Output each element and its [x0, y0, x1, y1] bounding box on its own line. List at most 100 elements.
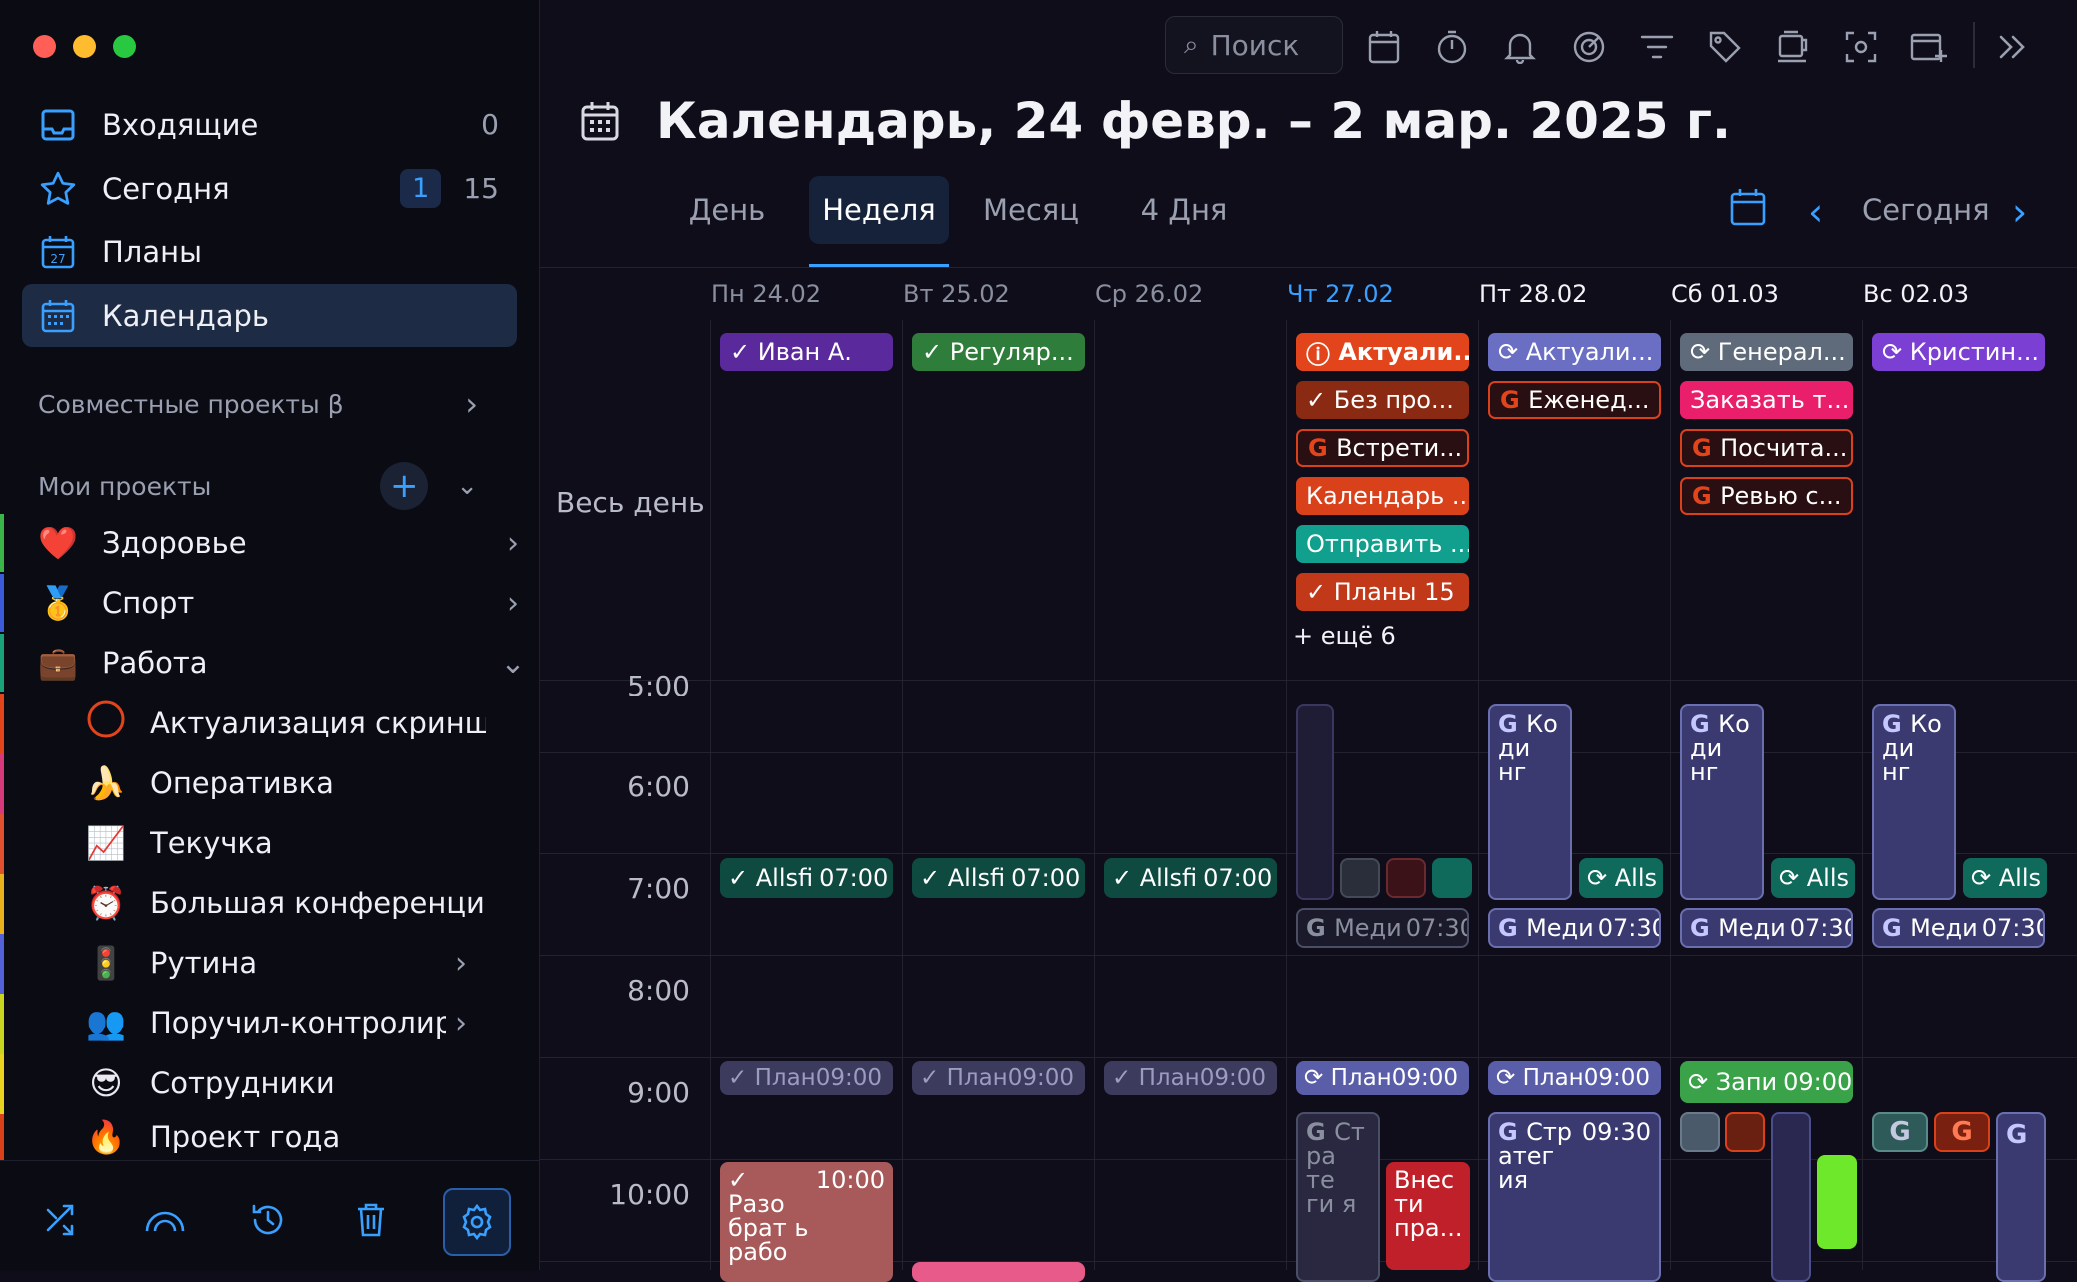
shared-projects-header[interactable]: Совместные проекты β ›: [38, 385, 478, 423]
timed-event[interactable]: [912, 1262, 1085, 1282]
timed-event[interactable]: [1771, 1112, 1811, 1282]
project-item-sport[interactable]: 🥇 Спорт ›: [38, 574, 538, 632]
filter-icon[interactable]: [1635, 25, 1679, 69]
timed-event[interactable]: ✓ План 09:00: [1104, 1061, 1277, 1095]
allday-event[interactable]: Заказать т...: [1680, 381, 1853, 419]
timed-event[interactable]: [1340, 858, 1380, 898]
timed-event[interactable]: Внес ти пра...: [1386, 1162, 1470, 1270]
close-window-button[interactable]: [33, 35, 56, 58]
google-icon[interactable]: G: [1934, 1112, 1990, 1152]
timed-event[interactable]: ⟳ Alls: [1963, 858, 2047, 898]
timed-event[interactable]: G Ко ди нг: [1488, 704, 1572, 900]
timed-event[interactable]: ✓ Allsfi 07:00: [1104, 858, 1277, 898]
timed-event[interactable]: G Стр атег ия 09:30: [1488, 1112, 1661, 1282]
timed-event[interactable]: ⟳ Запи 09:00: [1680, 1061, 1853, 1103]
timed-event[interactable]: G Ко ди нг: [1680, 704, 1764, 900]
next-week-button[interactable]: ›: [2012, 190, 2027, 234]
timed-event[interactable]: [1296, 704, 1334, 900]
trash-icon[interactable]: [339, 1188, 403, 1252]
chevron-down-icon[interactable]: ⌄: [456, 471, 478, 501]
project-item-health[interactable]: ❤️ Здоровье ›: [38, 514, 538, 572]
allday-event[interactable]: ✓ Регуляр...: [912, 333, 1085, 371]
minimize-window-button[interactable]: [73, 35, 96, 58]
allday-event[interactable]: Календарь ...: [1296, 477, 1469, 515]
add-window-icon[interactable]: [1907, 25, 1951, 69]
timed-event[interactable]: [1725, 1112, 1765, 1152]
allday-event[interactable]: ✓ Иван А.: [720, 333, 893, 371]
allday-event[interactable]: ⓘ Актуали...: [1296, 333, 1469, 371]
project-item-year-project[interactable]: 🔥 Проект года: [86, 1114, 486, 1160]
tab-day[interactable]: День: [672, 176, 782, 244]
project-item-delegated[interactable]: 👥 Поручил-контролиру ›: [86, 994, 486, 1052]
sidebar-item-inbox[interactable]: Входящие 0: [22, 93, 517, 156]
project-item-work[interactable]: 💼 Работа ⌄: [38, 634, 538, 692]
sidebar-item-calendar[interactable]: Календарь: [22, 284, 517, 347]
allday-event[interactable]: ⟳ Генерал...: [1680, 333, 1853, 371]
timed-event[interactable]: ⟳ Alls: [1771, 858, 1855, 898]
tab-4days[interactable]: 4 Дня: [1126, 176, 1242, 244]
project-item-employees[interactable]: 😎 Сотрудники: [86, 1054, 486, 1112]
timed-event[interactable]: ✓ План 09:00: [720, 1061, 893, 1095]
search-box[interactable]: ⌕ Поиск: [1165, 16, 1343, 74]
allday-event[interactable]: ⟳ Актуали...: [1488, 333, 1661, 371]
timed-event[interactable]: G Меди 07:30: [1680, 908, 1853, 948]
project-item-screenshots[interactable]: Актуализация скриншот: [86, 694, 486, 752]
allday-event[interactable]: ✓ Без про...: [1296, 381, 1469, 419]
allday-event[interactable]: G Посчита...: [1680, 429, 1853, 467]
timed-event[interactable]: ⟳ Alls: [1579, 858, 1663, 898]
allday-event[interactable]: G Встрети...: [1296, 429, 1469, 467]
prev-week-button[interactable]: ‹: [1808, 190, 1823, 234]
timed-event[interactable]: G Ст ра те ги я: [1296, 1112, 1380, 1282]
timed-event[interactable]: G Меди 07:30: [1488, 908, 1661, 948]
sidebar-item-plans[interactable]: 27 Планы: [22, 220, 517, 283]
sidebar-item-today[interactable]: Сегодня 1 15: [22, 157, 517, 220]
project-label: Сотрудники: [150, 1066, 335, 1100]
settings-gear-icon[interactable]: [443, 1188, 511, 1256]
timed-event[interactable]: G Меди 07:30: [1872, 908, 2045, 948]
chevron-double-right-icon[interactable]: [1990, 25, 2034, 69]
today-button[interactable]: Сегодня: [1862, 193, 1990, 227]
allday-event[interactable]: ✓ Планы 15: [1296, 573, 1469, 611]
focus-target-icon[interactable]: [1567, 25, 1611, 69]
event-title: Внес ти пра...: [1394, 1166, 1463, 1242]
search-input[interactable]: Поиск: [1211, 29, 1300, 62]
rainbow-icon[interactable]: [133, 1188, 197, 1252]
timed-event[interactable]: G Ко ди нг: [1872, 704, 1956, 900]
allday-event[interactable]: G Ревью с...: [1680, 477, 1853, 515]
tab-month[interactable]: Месяц: [968, 176, 1094, 244]
project-item-tekuchka[interactable]: 📈 Текучка: [86, 814, 486, 872]
project-item-routine[interactable]: 🚦 Рутина ›: [86, 934, 486, 992]
timed-event[interactable]: ⟳ План 09:00: [1488, 1061, 1661, 1095]
allday-event[interactable]: G Еженед...: [1488, 381, 1661, 419]
zoom-window-button[interactable]: [113, 35, 136, 58]
timed-event[interactable]: G Меди 07:30: [1296, 908, 1469, 948]
timer-icon[interactable]: [1430, 25, 1474, 69]
timed-event[interactable]: ✓ Разо брат ь рабо 10:00: [720, 1162, 893, 1282]
tag-icon[interactable]: [1703, 25, 1747, 69]
google-icon[interactable]: G: [1996, 1112, 2046, 1282]
shuffle-icon[interactable]: [30, 1188, 94, 1252]
history-icon[interactable]: [236, 1188, 300, 1252]
timed-event[interactable]: ⟳ План 09:00: [1296, 1061, 1469, 1095]
timed-event[interactable]: ✓ План 09:00: [912, 1061, 1085, 1095]
allday-event[interactable]: ⟳ Кристин...: [1872, 333, 2045, 371]
project-item-operativka[interactable]: 🍌 Оперативка: [86, 754, 486, 812]
timed-event[interactable]: ✓ Allsfi 07:00: [912, 858, 1085, 898]
timed-event[interactable]: ✓ Allsfi 07:00: [720, 858, 893, 898]
timed-event[interactable]: [1432, 858, 1472, 898]
date-picker-icon[interactable]: [1730, 188, 1766, 230]
google-icon[interactable]: G: [1872, 1112, 1928, 1152]
allday-event[interactable]: Отправить ...: [1296, 525, 1469, 563]
screenshot-icon[interactable]: [1839, 25, 1883, 69]
timed-event[interactable]: [1680, 1112, 1720, 1152]
add-project-button[interactable]: +: [380, 462, 429, 510]
event-time: 07:30: [1597, 914, 1661, 942]
timed-event[interactable]: [1386, 858, 1426, 898]
project-item-conference[interactable]: ⏰ Большая конференция г: [86, 874, 486, 932]
bell-icon[interactable]: [1498, 25, 1542, 69]
calendar-icon[interactable]: [1362, 25, 1406, 69]
timed-event[interactable]: [1817, 1155, 1857, 1249]
more-events-link[interactable]: + ещё 6: [1293, 622, 1396, 650]
coffee-cup-icon[interactable]: [1771, 25, 1815, 69]
tab-week[interactable]: Неделя: [809, 176, 949, 244]
